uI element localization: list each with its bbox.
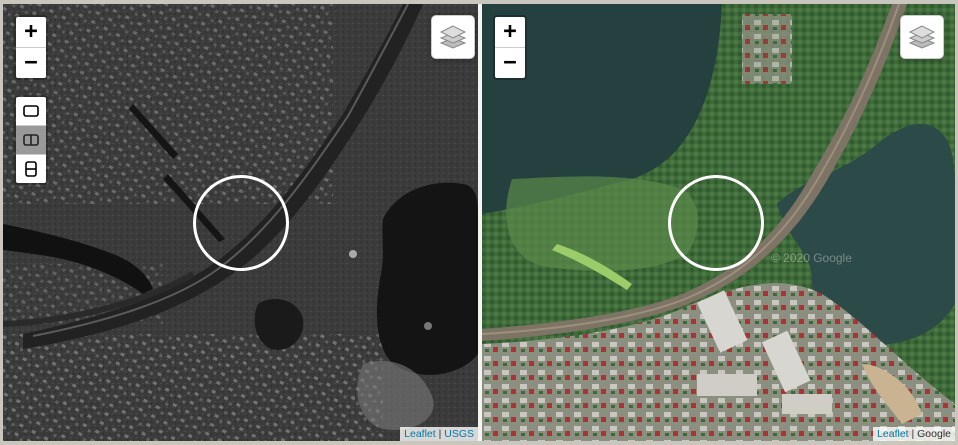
focus-circle: [193, 175, 289, 271]
layers-button[interactable]: [900, 15, 944, 59]
attribution-separator: |: [435, 428, 445, 440]
single-pane-icon: [23, 105, 39, 117]
zoom-in-button[interactable]: +: [16, 17, 46, 47]
right-map-pane[interactable]: © 2020 Google + − Leaflet | Google: [482, 4, 955, 441]
google-attribution: Google: [917, 428, 951, 440]
map-watermark: © 2020 Google: [771, 251, 852, 265]
attribution-separator: |: [908, 428, 918, 440]
zoom-out-button[interactable]: −: [495, 47, 525, 78]
layers-icon: [439, 25, 467, 49]
left-map-pane[interactable]: + − Leaflet | USGS: [3, 4, 478, 441]
split-horizontal-button[interactable]: [16, 154, 46, 183]
zoom-control: + −: [14, 15, 48, 80]
split-vertical-button[interactable]: [16, 125, 46, 154]
attribution: Leaflet | USGS: [400, 427, 478, 441]
layers-button[interactable]: [431, 15, 475, 59]
split-horizontal-icon: [25, 161, 37, 177]
layers-icon: [908, 25, 936, 49]
focus-circle: [668, 175, 764, 271]
zoom-in-button[interactable]: +: [495, 17, 525, 47]
zoom-out-button[interactable]: −: [16, 47, 46, 78]
split-vertical-icon: [23, 134, 39, 146]
single-pane-button[interactable]: [16, 97, 46, 125]
usgs-link[interactable]: USGS: [444, 428, 474, 440]
leaflet-link[interactable]: Leaflet: [877, 428, 909, 440]
zoom-control: + −: [493, 15, 527, 80]
attribution: Leaflet | Google: [873, 427, 955, 441]
leaflet-link[interactable]: Leaflet: [404, 428, 436, 440]
layout-switcher: [14, 95, 48, 185]
